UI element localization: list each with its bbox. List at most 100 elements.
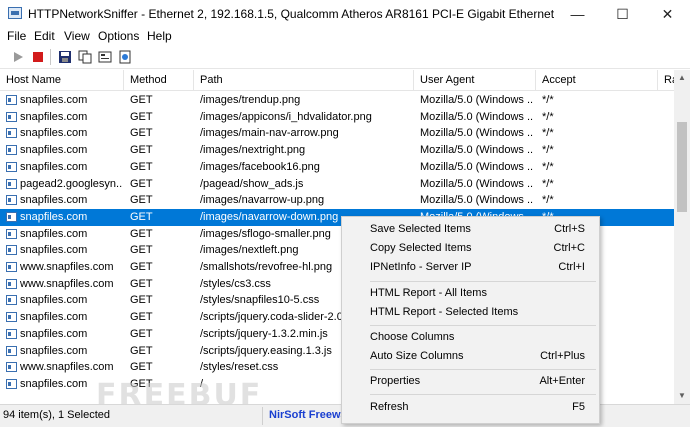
maximize-button[interactable]: ☐	[600, 0, 645, 28]
cell-path: /images/main-nav-arrow.png	[200, 127, 339, 140]
menu-file[interactable]: File	[7, 29, 26, 43]
menu-item-shortcut: F5	[572, 401, 585, 413]
cell-user-agent: Mozilla/5.0 (Windows ...	[420, 110, 534, 123]
request-icon	[6, 262, 17, 272]
menu-item-refresh[interactable]: Refresh F5	[342, 397, 599, 417]
copy-icon[interactable]	[77, 49, 93, 65]
table-row[interactable]: snapfiles.com GET/images/facebook16.png Mo…	[0, 159, 674, 176]
table-row[interactable]: pagead2.googlesyn... GET/pagead/show_ads.…	[0, 176, 674, 193]
menu-item-shortcut: Alt+Enter	[539, 375, 585, 387]
cell-method: GET	[130, 210, 153, 223]
html-report-icon[interactable]	[117, 49, 133, 65]
cell-host: snapfiles.com	[20, 344, 88, 357]
column-more[interactable]: Ra	[658, 70, 674, 90]
cell-accept: */*	[542, 160, 554, 173]
play-icon[interactable]	[10, 49, 26, 65]
cell-method: GET	[130, 144, 153, 157]
menu-item-shortcut: Ctrl+C	[553, 242, 585, 254]
menu-item-label: IPNetInfo - Server IP	[370, 261, 472, 273]
request-icon	[6, 111, 17, 122]
table-row[interactable]: snapfiles.com GET/images/appicons/i_hdval…	[0, 109, 674, 126]
title-bar: HTTPNetworkSniffer - Ethernet 2, 192.168…	[0, 0, 690, 28]
menu-item-properties[interactable]: Properties Alt+Enter	[342, 371, 599, 391]
menu-bar: File Edit View Options Help	[0, 28, 690, 46]
menu-item-copy-selected[interactable]: Copy Selected Items Ctrl+C	[342, 238, 599, 258]
cell-host: snapfiles.com	[20, 127, 88, 140]
menu-item-shortcut: Ctrl+S	[554, 223, 585, 235]
cell-method: GET	[130, 227, 153, 240]
cell-host: snapfiles.com	[20, 110, 88, 123]
menu-item-label: Auto Size Columns	[370, 350, 464, 362]
column-user-agent[interactable]: User Agent	[414, 70, 536, 90]
menu-item-html-report-selected[interactable]: HTML Report - Selected Items	[342, 302, 599, 322]
request-icon	[6, 278, 17, 289]
request-icon	[6, 95, 17, 105]
close-button[interactable]: ✕	[645, 0, 690, 28]
cell-host: snapfiles.com	[20, 327, 88, 340]
cell-accept: */*	[542, 127, 554, 140]
cell-user-agent: Mozilla/5.0 (Windows ...	[420, 160, 534, 173]
cell-host: snapfiles.com	[20, 194, 88, 207]
vertical-scrollbar[interactable]: ▲ ▼	[674, 70, 690, 404]
cell-method: GET	[130, 311, 153, 324]
menu-separator	[370, 369, 596, 370]
cell-user-agent: Mozilla/5.0 (Windows ...	[420, 194, 534, 207]
menu-item-auto-size-columns[interactable]: Auto Size Columns Ctrl+Plus	[342, 346, 599, 366]
column-accept[interactable]: Accept	[536, 70, 658, 90]
scroll-thumb[interactable]	[677, 122, 687, 212]
cell-accept: */*	[542, 194, 554, 207]
request-icon	[6, 328, 17, 339]
scroll-down-icon[interactable]: ▼	[674, 388, 690, 404]
menu-item-choose-columns[interactable]: Choose Columns	[342, 327, 599, 347]
properties-icon[interactable]	[97, 49, 113, 65]
table-row[interactable]: snapfiles.com GET/images/main-nav-arrow.p…	[0, 125, 674, 142]
scroll-up-icon[interactable]: ▲	[674, 70, 690, 86]
cell-host: snapfiles.com	[20, 210, 88, 223]
toolbar	[0, 46, 690, 69]
menu-edit[interactable]: Edit	[34, 29, 55, 43]
table-row[interactable]: snapfiles.com GET/images/nextright.png Moz…	[0, 142, 674, 159]
cell-host: www.snapfiles.com	[20, 361, 114, 374]
window-title: HTTPNetworkSniffer - Ethernet 2, 192.168…	[28, 7, 558, 21]
cell-host: snapfiles.com	[20, 144, 88, 157]
cell-host: snapfiles.com	[20, 294, 88, 307]
cell-accept: */*	[542, 110, 554, 123]
cell-host: snapfiles.com	[20, 160, 88, 173]
request-icon	[6, 228, 17, 239]
cell-user-agent: Mozilla/5.0 (Windows ...	[420, 144, 534, 157]
cell-host: pagead2.googlesyn...	[20, 177, 122, 190]
cell-method: GET	[130, 127, 153, 140]
menu-item-label: HTML Report - All Items	[370, 287, 487, 299]
menu-help[interactable]: Help	[147, 29, 172, 43]
minimize-button[interactable]: —	[555, 0, 600, 28]
request-icon	[6, 378, 17, 389]
status-separator	[262, 407, 263, 425]
request-icon	[6, 211, 17, 222]
menu-item-ipnetinfo[interactable]: IPNetInfo - Server IP Ctrl+I	[342, 257, 599, 277]
cell-method: GET	[130, 261, 153, 273]
column-method[interactable]: Method	[124, 70, 194, 90]
menu-item-label: Refresh	[370, 401, 409, 413]
request-icon	[6, 345, 17, 356]
cell-method: GET	[130, 94, 153, 106]
menu-item-save-selected[interactable]: Save Selected Items Ctrl+S	[342, 219, 599, 239]
nirsoft-link[interactable]: NirSoft Freewa	[269, 409, 347, 421]
menu-separator	[370, 325, 596, 326]
column-host-name[interactable]: Host Name	[0, 70, 124, 90]
cell-path: /images/facebook16.png	[200, 160, 320, 173]
stop-icon[interactable]	[30, 49, 46, 65]
menu-options[interactable]: Options	[98, 29, 139, 43]
menu-item-html-report-all[interactable]: HTML Report - All Items	[342, 283, 599, 303]
table-row[interactable]: snapfiles.com GET/images/navarrow-up.png M…	[0, 192, 674, 209]
menu-item-shortcut: Ctrl+I	[558, 261, 585, 273]
table-row[interactable]: snapfiles.com GET/images/trendup.png Mozil…	[0, 92, 674, 109]
request-icon	[6, 128, 17, 139]
cell-path: /images/nextright.png	[200, 144, 306, 157]
cell-path: /images/appicons/i_hdvalidator.png	[200, 110, 372, 123]
save-icon[interactable]	[57, 49, 73, 65]
menu-item-label: HTML Report - Selected Items	[370, 306, 519, 318]
cell-host: snapfiles.com	[20, 311, 88, 324]
column-path[interactable]: Path	[194, 70, 414, 90]
status-count: 94 item(s), 1 Selected	[3, 409, 110, 421]
menu-view[interactable]: View	[64, 29, 90, 43]
